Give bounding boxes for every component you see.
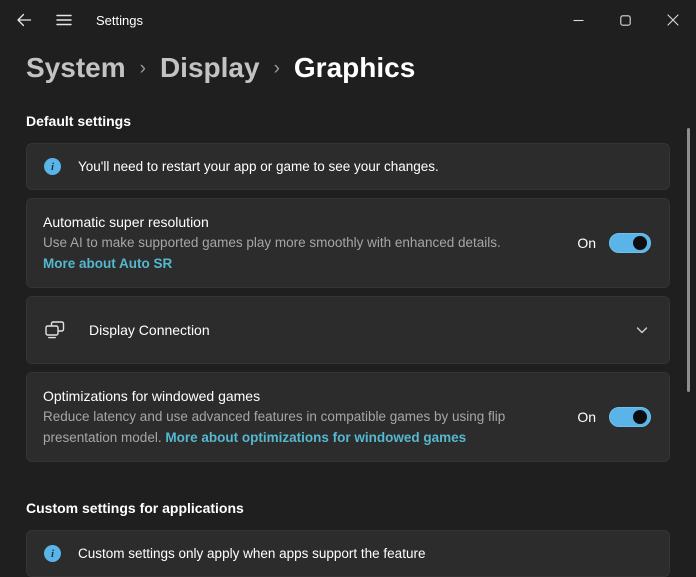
auto-sr-control: On <box>577 233 651 253</box>
section-heading-custom-settings: Custom settings for applications <box>26 500 670 516</box>
windowed-games-title: Optimizations for windowed games <box>43 386 565 406</box>
auto-sr-toggle[interactable] <box>609 233 651 253</box>
windowed-games-description: Reduce latency and use advanced features… <box>43 406 565 448</box>
minimize-button[interactable] <box>555 0 602 40</box>
windowed-games-toggle-label: On <box>577 409 596 425</box>
toggle-knob <box>633 236 647 250</box>
scrollbar-thumb[interactable] <box>687 128 690 392</box>
app-title: Settings <box>96 13 143 28</box>
display-connection-icon <box>43 318 69 342</box>
section-heading-default-settings: Default settings <box>26 113 670 129</box>
info-icon: i <box>44 158 61 175</box>
breadcrumb: System › Display › Graphics <box>26 46 670 89</box>
breadcrumb-separator-icon: › <box>274 46 280 89</box>
breadcrumb-system[interactable]: System <box>26 48 126 88</box>
maximize-icon <box>620 15 631 26</box>
auto-sr-description: Use AI to make supported games play more… <box>43 232 501 253</box>
back-button[interactable] <box>4 3 44 37</box>
window-controls <box>555 0 696 40</box>
display-connection-card[interactable]: Display Connection <box>26 296 670 364</box>
titlebar: Settings <box>0 0 696 40</box>
page-content: System › Display › Graphics Default sett… <box>0 46 696 577</box>
back-arrow-icon <box>16 12 32 28</box>
chevron-down-icon <box>635 323 649 337</box>
windowed-games-card: Optimizations for windowed games Reduce … <box>26 372 670 462</box>
auto-sr-toggle-label: On <box>577 235 596 251</box>
breadcrumb-display[interactable]: Display <box>160 48 260 88</box>
titlebar-left: Settings <box>0 3 143 37</box>
settings-window: Settings System › Disp <box>0 0 696 554</box>
restart-info-banner: i You'll need to restart your app or gam… <box>26 143 670 190</box>
auto-sr-title: Automatic super resolution <box>43 212 501 232</box>
auto-sr-card: Automatic super resolution Use AI to mak… <box>26 198 670 288</box>
windowed-games-text: Optimizations for windowed games Reduce … <box>43 386 565 448</box>
minimize-icon <box>573 15 584 26</box>
toggle-knob <box>633 410 647 424</box>
windowed-games-toggle[interactable] <box>609 407 651 427</box>
auto-sr-more-link[interactable]: More about Auto SR <box>43 253 172 274</box>
restart-info-text: You'll need to restart your app or game … <box>78 159 439 174</box>
breadcrumb-separator-icon: › <box>140 46 146 89</box>
auto-sr-text: Automatic super resolution Use AI to mak… <box>43 212 501 274</box>
maximize-button[interactable] <box>602 0 649 40</box>
windowed-games-more-link[interactable]: More about optimizations for windowed ga… <box>165 430 466 445</box>
close-icon <box>667 14 679 26</box>
display-connection-title: Display Connection <box>89 322 635 338</box>
windowed-games-control: On <box>577 407 651 427</box>
close-button[interactable] <box>649 0 696 40</box>
hamburger-menu-icon <box>56 13 72 27</box>
breadcrumb-graphics: Graphics <box>294 48 415 88</box>
navigation-menu-button[interactable] <box>44 3 84 37</box>
